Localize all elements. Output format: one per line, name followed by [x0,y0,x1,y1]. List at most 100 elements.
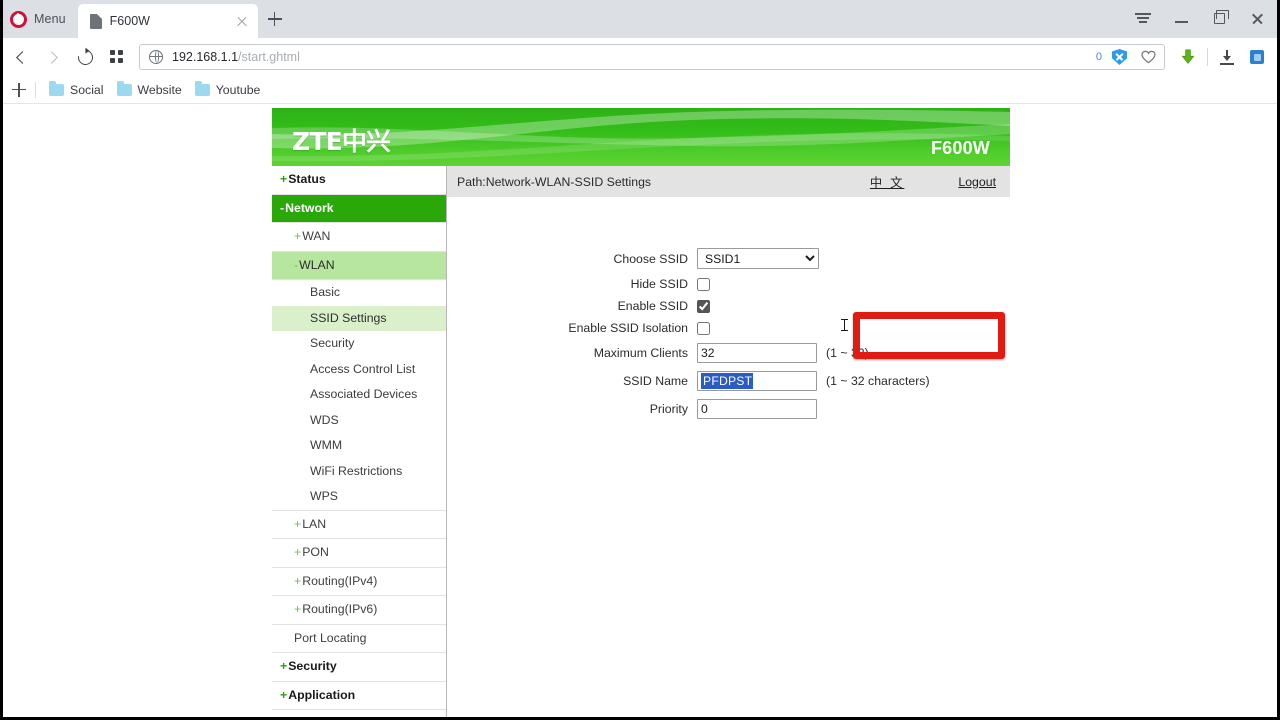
sidebar-item-lan[interactable]: +LAN [272,511,446,540]
sidebar-item-label: Application [288,687,356,702]
bookmarks-bar: Social Website Youtube [0,76,1280,104]
chevron-right-icon [45,50,58,64]
sidebar-item-routing-ipv6[interactable]: +Routing(IPv6) [272,596,446,625]
enable-ssid-isolation-checkbox[interactable] [697,321,710,335]
ssid-name-hint: (1 ~ 32 characters) [826,374,930,388]
globe-icon [149,50,163,64]
new-tab-button[interactable] [260,4,290,34]
maximum-clients-input[interactable] [697,343,817,363]
sidebar-item-label: Port Locating [294,630,367,645]
sidebar-item-security-top[interactable]: +Security [272,653,446,682]
field-label: Enable SSID [617,299,688,313]
sidebar-item-status[interactable]: +Status [272,166,446,195]
bookmarks-divider [35,81,36,98]
minimize-button[interactable] [1162,4,1200,32]
download-tray-icon [1220,49,1235,65]
blue-square-icon [1250,50,1264,64]
download-extension-button[interactable] [1173,43,1203,71]
chevron-left-icon [16,50,29,64]
enable-ssid-checkbox[interactable] [697,299,710,313]
back-button[interactable] [6,42,36,72]
priority-input[interactable] [697,399,817,419]
extension-icons [1173,43,1272,71]
field-ssid-name: SSID Name PFDPST (1 ~ 32 characters) [447,371,1010,391]
heart-icon[interactable] [1141,50,1156,64]
sidebar-item-wps[interactable]: WPS [272,484,446,510]
sidebar-extension-button[interactable] [1242,43,1272,71]
sidebar-item-port-locating[interactable]: Port Locating [272,625,446,654]
sidebar-item-security[interactable]: Security [272,331,446,357]
bookmark-social[interactable]: Social [45,81,113,99]
sidebar-item-label: WLAN [299,257,335,272]
add-bookmark-button[interactable] [8,79,30,101]
field-label: Hide SSID [630,277,688,291]
sidebar-item-access-control-list[interactable]: Access Control List [272,357,446,383]
page-viewport: ZTE中兴 F600W +Status -Network +WAN -WLAN … [0,105,1280,720]
opera-browser-window: Menu F600W 192.168.1.1/start.ghtml 0 Soc… [0,0,1280,720]
field-enable-ssid-isolation: Enable SSID Isolation [447,321,1010,335]
ad-blocker-shield-icon[interactable] [1112,49,1127,65]
sidebar-item-label: WMM [310,438,343,453]
expand-plus-icon: + [280,172,288,186]
forward-button[interactable] [38,42,68,72]
folder-icon [194,81,210,96]
language-switch-link[interactable]: 中 文 [870,173,905,191]
restore-icon [1213,9,1229,24]
sidebar-item-label: SSID Settings [310,310,387,325]
sidebar-item-application[interactable]: +Application [272,682,446,711]
sidebar-item-wan[interactable]: +WAN [272,223,446,252]
easy-setup-button[interactable] [1124,4,1162,32]
logout-link[interactable]: Logout [958,175,996,189]
field-enable-ssid: Enable SSID [447,299,1010,313]
sidebar-item-wlan[interactable]: -WLAN [272,251,446,281]
hide-ssid-checkbox[interactable] [697,277,710,291]
tab-f600w[interactable]: F600W [77,4,258,38]
sidebar-item-label: Routing(IPv6) [302,602,378,617]
downloads-button[interactable] [1212,43,1242,71]
ssid-name-selected-text: PFDPST [701,373,754,389]
sidebar-item-associated-devices[interactable]: Associated Devices [272,382,446,408]
reload-button[interactable] [70,42,100,72]
minimize-icon [1174,21,1188,23]
sidebar-item-basic[interactable]: Basic [272,280,446,306]
sidebar-item-wmm[interactable]: WMM [272,433,446,459]
sidebar-item-label: WiFi Restrictions [310,463,403,478]
green-download-arrow-icon [1181,49,1195,64]
collapse-minus-icon: - [294,257,299,272]
expand-plus-icon: + [294,602,302,617]
address-bar: 192.168.1.1/start.ghtml 0 [0,38,1280,76]
maximize-button[interactable] [1200,4,1238,32]
ssid-name-input[interactable]: PFDPST [697,371,817,391]
url-input[interactable]: 192.168.1.1/start.ghtml 0 [139,44,1165,70]
close-window-button[interactable] [1238,4,1276,32]
opera-menu-button[interactable]: Menu [0,4,78,34]
page-favicon-icon [89,13,102,29]
grid-icon [110,50,124,64]
opera-menu-label: Menu [34,12,66,26]
speed-dial-button[interactable] [102,42,132,72]
breadcrumb-text: Path:Network-WLAN-SSID Settings [457,174,652,189]
url-text: 192.168.1.1/start.ghtml [172,50,1087,64]
choose-ssid-select[interactable]: SSID1 [697,248,819,269]
router-admin-page: ZTE中兴 F600W +Status -Network +WAN -WLAN … [272,108,1010,720]
field-maximum-clients: Maximum Clients (1 ~ 32) [447,343,1010,363]
close-icon[interactable] [234,13,250,29]
maximum-clients-hint: (1 ~ 32) [826,346,869,360]
sidebar-item-routing-ipv4[interactable]: +Routing(IPv4) [272,568,446,597]
sidebar-item-network[interactable]: -Network [272,194,446,224]
bookmark-label: Youtube [215,82,261,97]
sidebar-item-pon[interactable]: +PON [272,539,446,568]
bookmark-website[interactable]: Website [113,81,191,99]
field-priority: Priority [447,399,1010,419]
expand-plus-icon: + [294,229,302,244]
bookmark-youtube[interactable]: Youtube [191,81,270,99]
url-path: /start.ghtml [238,50,300,64]
sidebar-item-label: LAN [302,516,327,531]
sidebar-item-wds[interactable]: WDS [272,408,446,434]
breadcrumb: Path:Network-WLAN-SSID Settings 中 文 Logo… [447,166,1010,198]
field-label: Enable SSID Isolation [568,321,688,335]
sidebar-item-wifi-restrictions[interactable]: WiFi Restrictions [272,459,446,485]
sidebar-item-ssid-settings[interactable]: SSID Settings [272,305,446,332]
sliders-icon [1135,12,1151,24]
sidebar-item-label: WDS [310,412,339,427]
